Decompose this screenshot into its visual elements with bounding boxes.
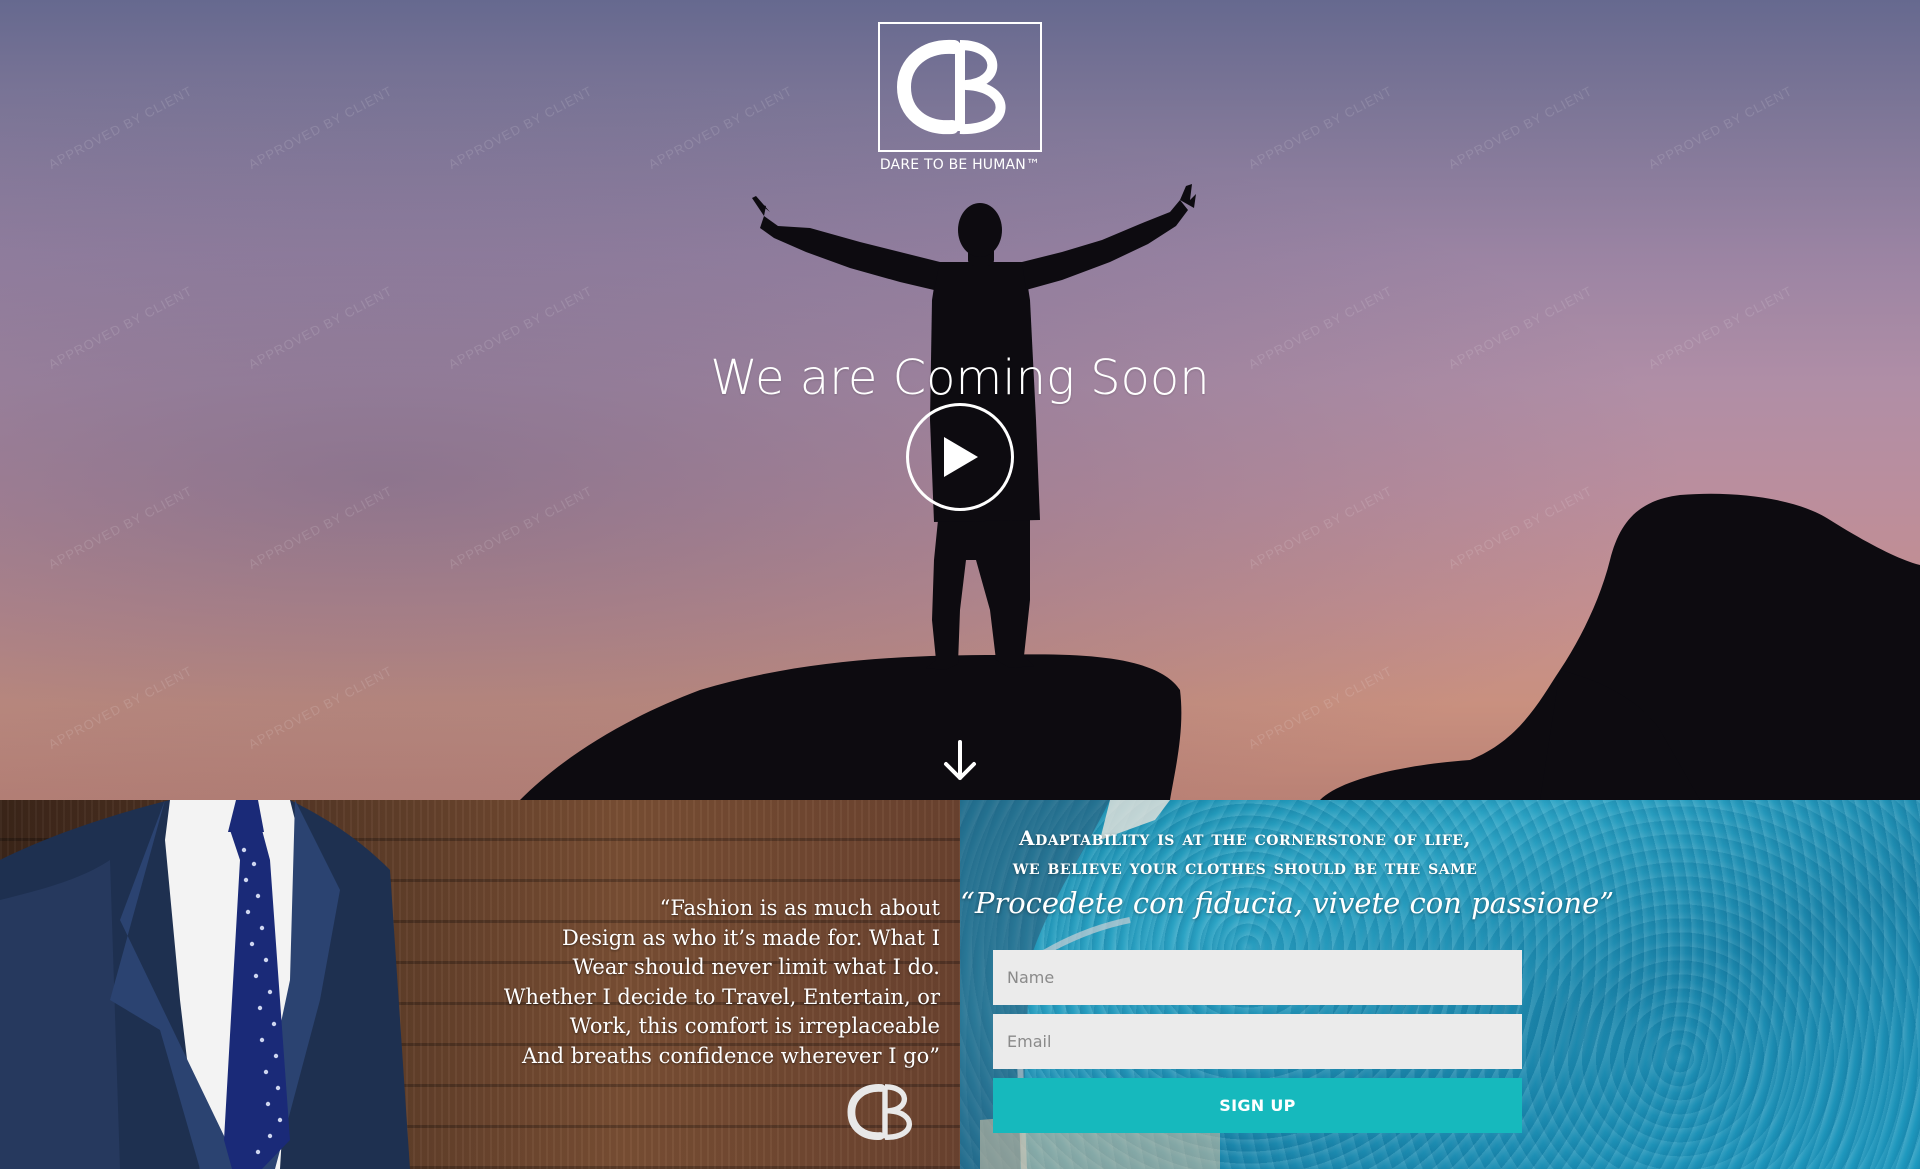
quote-line: And breaths confidence wherever I go” — [521, 1043, 940, 1068]
quote-line: Design as who it’s made for. What I — [562, 925, 940, 950]
suit-photo — [0, 800, 410, 1169]
signup-motto: “Procedete con fiducia, vivete con passi… — [960, 886, 1615, 920]
brand-logo[interactable] — [878, 22, 1042, 152]
arrow-down-icon[interactable] — [940, 740, 980, 784]
cb-monogram-icon — [847, 1084, 912, 1140]
quote-line: Whether I decide to Travel, Entertain, o… — [503, 984, 940, 1009]
hero-section: APPROVED BY CLIENT APPROVED BY CLIENT AP… — [0, 0, 1920, 800]
brand-quote: “Fashion is as much about Design as who … — [400, 894, 940, 1071]
page-title: We are Coming Soon — [710, 350, 1210, 407]
sign-up-button[interactable]: SIGN UP — [993, 1078, 1522, 1133]
quote-line: Wear should never limit what I do. — [572, 955, 940, 979]
tagline-line: we believe your clothes should be the sa… — [1012, 855, 1478, 879]
quote-line: Work, this comfort is irreplaceable — [569, 1014, 940, 1038]
signup-form: SIGN UP — [993, 950, 1522, 1133]
tagline-line: Adaptability is at the cornerstone of li… — [1019, 826, 1471, 850]
cb-monogram-icon — [896, 39, 1006, 135]
email-field[interactable] — [993, 1014, 1522, 1069]
signup-panel: Adaptability is at the cornerstone of li… — [960, 800, 1920, 1169]
play-video-button[interactable] — [906, 403, 1014, 511]
name-field[interactable] — [993, 950, 1522, 1005]
play-icon — [944, 437, 978, 477]
brand-tagline: DARE TO BE HUMAN™ — [879, 157, 1041, 173]
quote-panel: “Fashion is as much about Design as who … — [0, 800, 960, 1169]
signup-tagline: Adaptability is at the cornerstone of li… — [960, 824, 1530, 882]
quote-line: “Fashion is as much about — [659, 896, 940, 920]
